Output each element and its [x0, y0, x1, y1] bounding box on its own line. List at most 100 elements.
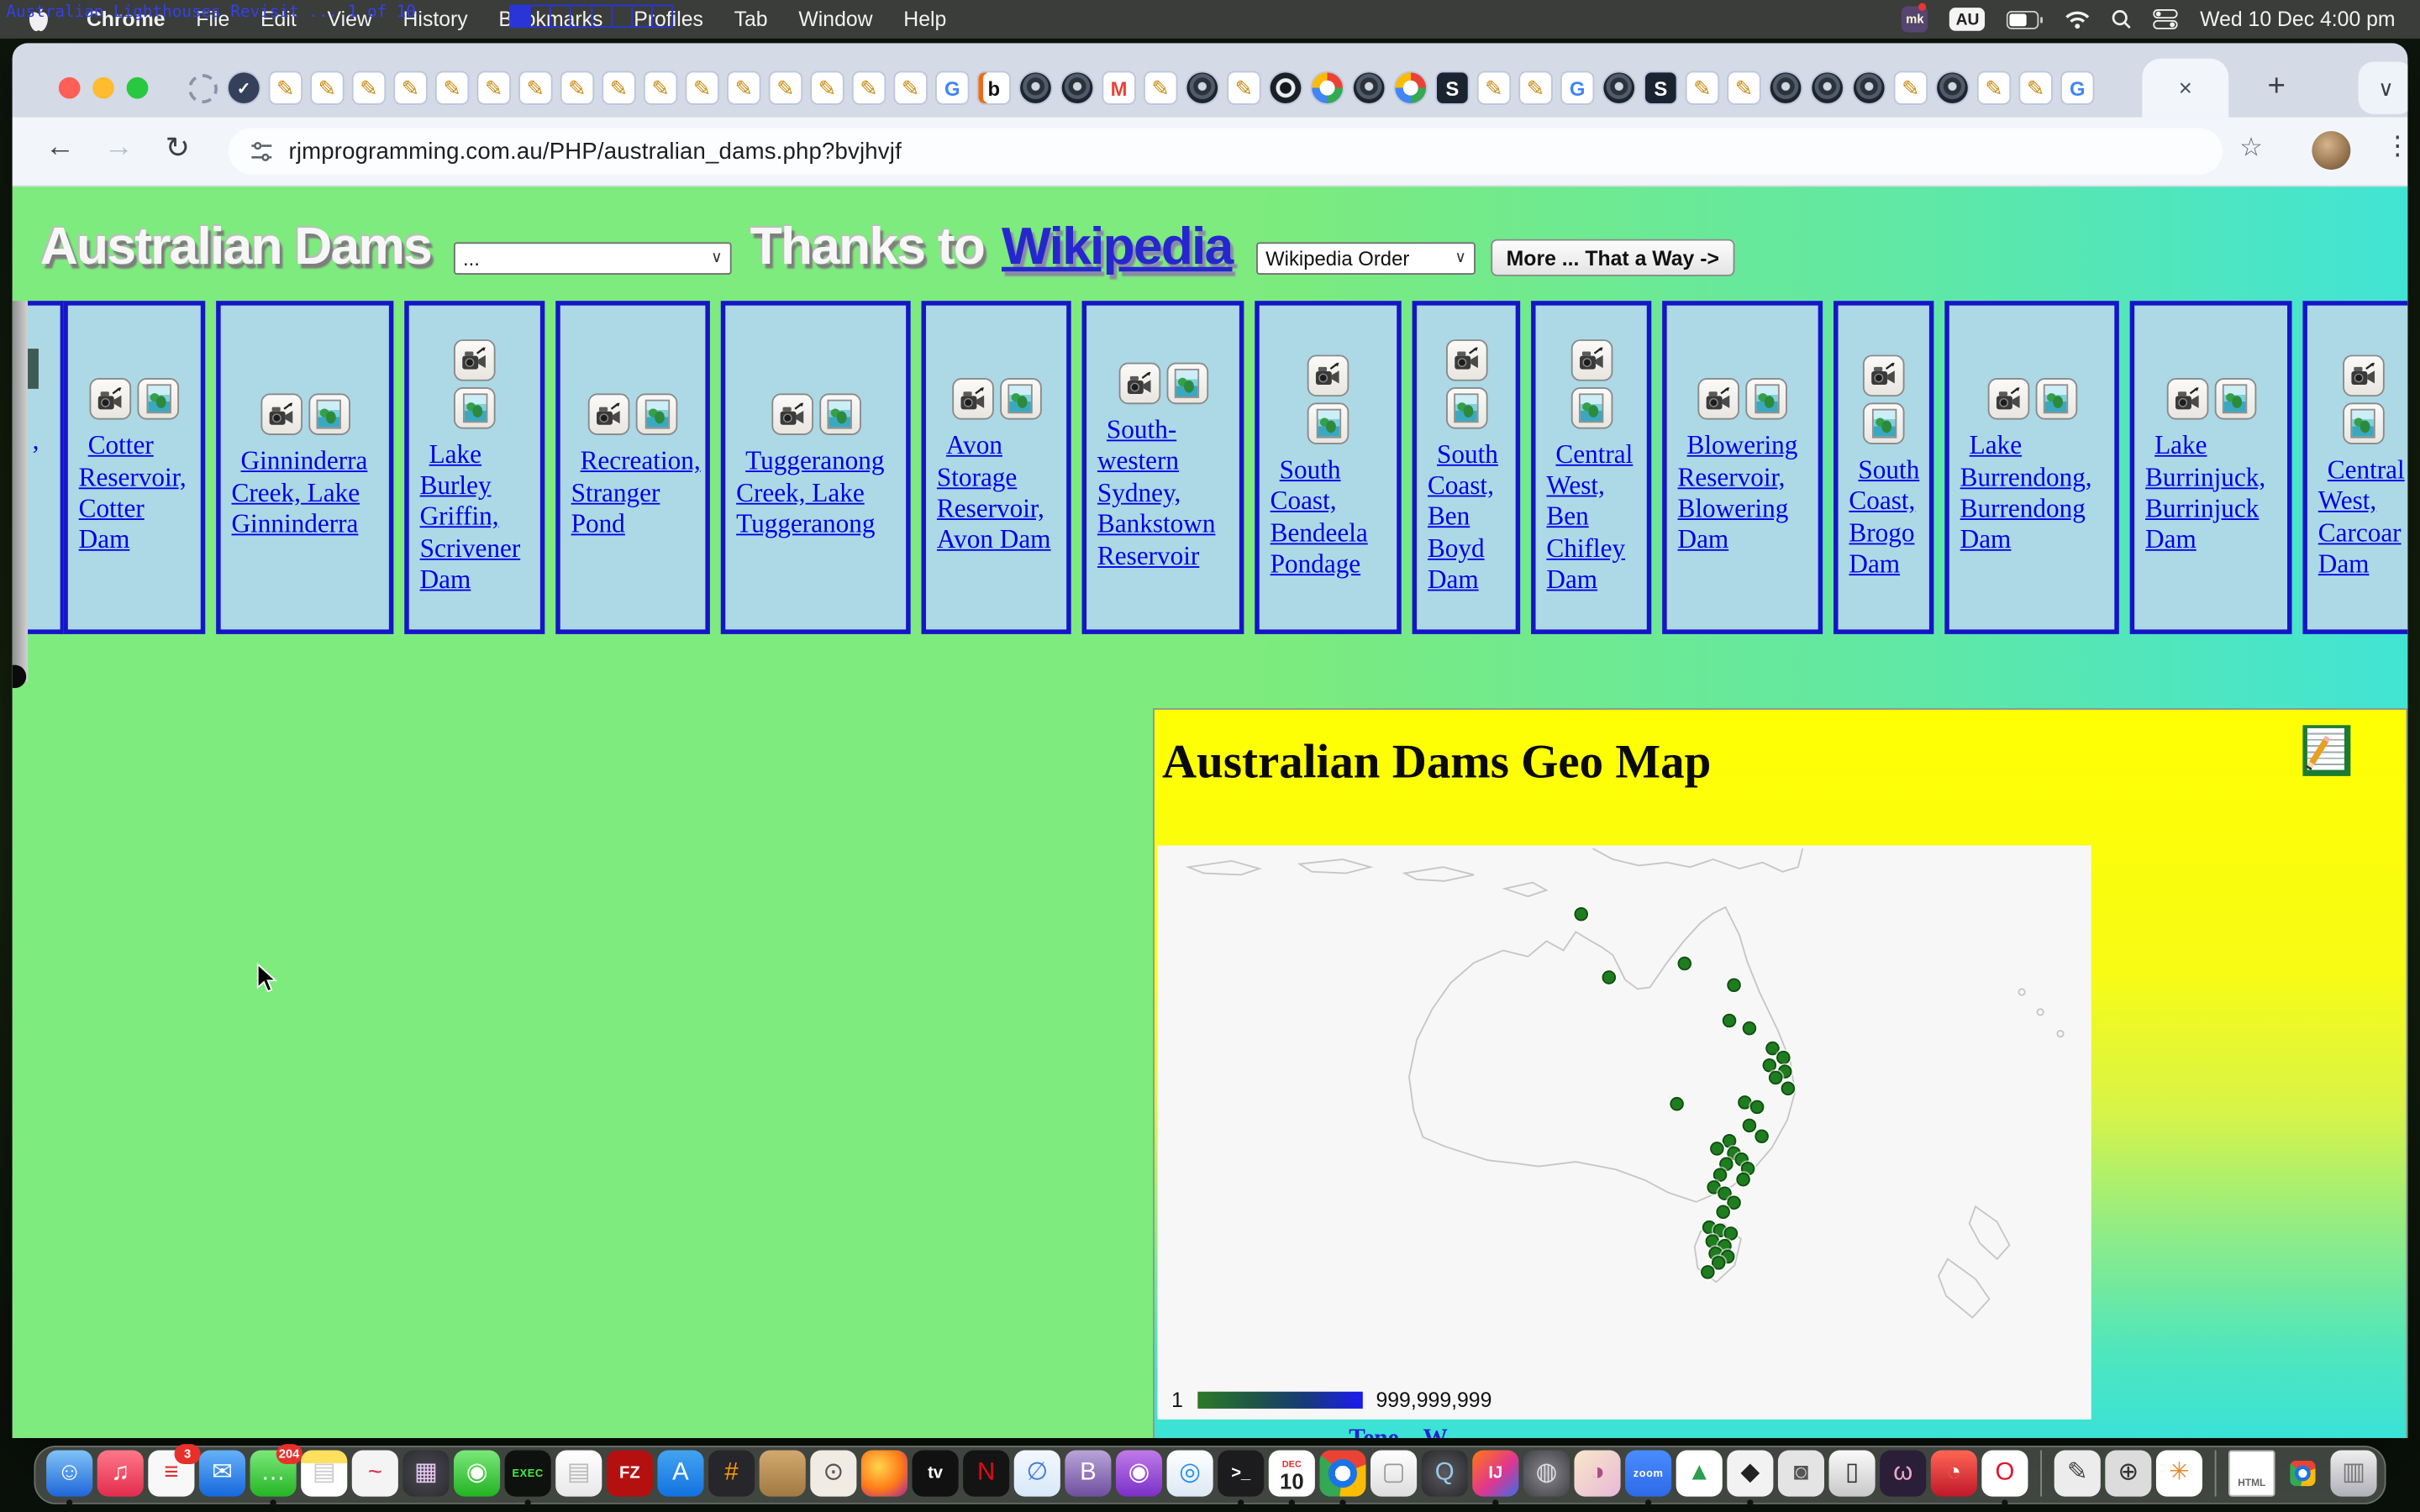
compass-dashed-favicon-tab[interactable]: [188, 73, 218, 102]
apple-tv-dock-icon[interactable]: tv: [913, 1451, 959, 1497]
map-marker[interactable]: [1742, 1118, 1756, 1132]
map-marker[interactable]: [1754, 1129, 1768, 1143]
notepad-pencil-icon[interactable]: [2302, 725, 2350, 776]
map-marker[interactable]: [1765, 1041, 1779, 1055]
pencil-favicon-tab[interactable]: ✎: [1145, 72, 1176, 103]
site-settings-icon[interactable]: [250, 139, 274, 163]
filezilla-dock-icon[interactable]: FZ: [607, 1451, 653, 1497]
no-sign-dock-icon[interactable]: ∅: [1014, 1451, 1060, 1497]
dam-link[interactable]: South Coast, Ben Boyd Dam: [1420, 439, 1512, 596]
pencil-favicon-tab[interactable]: ✎: [645, 72, 676, 103]
dam-link[interactable]: Blowering Reservoir, Blowering Dam: [1670, 431, 1815, 557]
photos-dock-icon[interactable]: ✳: [2156, 1451, 2202, 1497]
map-marker[interactable]: [1722, 1013, 1736, 1027]
pencil-favicon-tab[interactable]: ✎: [478, 72, 509, 103]
dam-link[interactable]: Avon Storage Reservoir, Avon Dam: [929, 431, 1064, 557]
new-tab-button[interactable]: +: [2254, 63, 2300, 109]
picture-button[interactable]: [137, 378, 179, 420]
order-select[interactable]: Wikipedia Order ∨: [1256, 242, 1476, 275]
chrome-dark-favicon-tab[interactable]: [1354, 72, 1385, 103]
s-dark-favicon-tab[interactable]: S: [1437, 72, 1468, 103]
markup-dock-icon[interactable]: ✎: [2054, 1451, 2101, 1497]
chrome-dark-favicon-tab[interactable]: [1062, 72, 1093, 103]
pencil-favicon-tab[interactable]: ✎: [562, 72, 593, 103]
tab-close-icon[interactable]: ×: [2179, 75, 2192, 101]
pencil-favicon-tab[interactable]: ✎: [1228, 72, 1260, 103]
map-marker[interactable]: [1737, 1095, 1751, 1109]
pencil-favicon-tab[interactable]: ✎: [437, 72, 468, 103]
pencil-favicon-tab[interactable]: ✎: [312, 72, 343, 103]
reminders-dock-icon[interactable]: ≡3: [148, 1451, 194, 1497]
pencil-favicon-tab[interactable]: ✎: [812, 72, 843, 103]
facetime-dock-icon[interactable]: ◉: [454, 1451, 500, 1497]
input-source-badge[interactable]: AU: [1949, 8, 1986, 31]
video-button[interactable]: [1445, 339, 1487, 381]
geo-map[interactable]: 1 999,999,999: [1158, 846, 2091, 1420]
video-button[interactable]: [1697, 378, 1739, 420]
quicktime-dock-icon[interactable]: Q: [1422, 1451, 1468, 1497]
chrome-dark-favicon-tab[interactable]: [1770, 72, 1802, 103]
chrome-dark-favicon-tab[interactable]: [1603, 72, 1634, 103]
picture-button[interactable]: [454, 386, 496, 428]
cat-app-dock-icon[interactable]: ω: [1880, 1451, 1926, 1497]
pencil-favicon-tab[interactable]: ✎: [771, 72, 802, 103]
video-button[interactable]: [588, 394, 630, 436]
more-that-a-way-button[interactable]: More ... That a Way ->: [1491, 239, 1734, 276]
s-dark-favicon-tab[interactable]: S: [1645, 72, 1676, 103]
folder-tan-dock-icon[interactable]: [760, 1451, 806, 1497]
video-button[interactable]: [1118, 363, 1160, 405]
zoom-dock-icon[interactable]: zoom: [1625, 1451, 1671, 1497]
picture-button[interactable]: [308, 394, 350, 436]
video-button[interactable]: [951, 378, 993, 420]
picture-button[interactable]: [999, 378, 1041, 420]
back-button[interactable]: ←: [40, 131, 81, 165]
picture-button[interactable]: [1863, 402, 1905, 444]
google-drive-dock-icon[interactable]: ▲: [1676, 1451, 1723, 1497]
map-marker[interactable]: [1781, 1081, 1795, 1095]
picture-button[interactable]: [636, 394, 678, 436]
settings-gray-dock-icon[interactable]: ◍: [1523, 1451, 1570, 1497]
video-button[interactable]: [454, 339, 496, 381]
gimp-dock-icon[interactable]: ◙: [1778, 1451, 1824, 1497]
close-window-button[interactable]: [59, 77, 81, 99]
video-button[interactable]: [1570, 339, 1612, 381]
app-store-dock-icon[interactable]: A: [657, 1451, 703, 1497]
netflix-dock-icon[interactable]: N: [963, 1451, 1009, 1497]
target-dark-favicon-tab[interactable]: [1270, 72, 1302, 103]
pencil-favicon-tab[interactable]: ✎: [603, 72, 634, 103]
map-marker[interactable]: [1762, 1058, 1776, 1072]
safari-dock-icon[interactable]: ◎: [1167, 1451, 1213, 1497]
chrome-dark-favicon-tab[interactable]: [1854, 72, 1885, 103]
inkscape-dock-icon[interactable]: ◆: [1727, 1451, 1773, 1497]
picture-button[interactable]: [1570, 386, 1612, 428]
menu-window[interactable]: Window: [783, 8, 888, 31]
picture-button[interactable]: [1166, 363, 1208, 405]
video-button[interactable]: [771, 394, 813, 436]
video-button[interactable]: [2342, 354, 2384, 396]
pencil-favicon-tab[interactable]: ✎: [1520, 72, 1551, 103]
spotlight-icon[interactable]: [2112, 9, 2132, 29]
paint-palette-dock-icon[interactable]: ◑: [1574, 1451, 1620, 1497]
dam-link[interactable]: Central West, Carcoar Dam: [2311, 454, 2408, 580]
launchpad-dock-icon[interactable]: ▦: [402, 1451, 449, 1497]
picture-button[interactable]: [1307, 402, 1349, 444]
picture-button[interactable]: [818, 394, 860, 436]
pencil-favicon-tab[interactable]: ✎: [1728, 72, 1760, 103]
pencil-favicon-tab[interactable]: ✎: [854, 72, 885, 103]
picture-button[interactable]: [1445, 386, 1487, 428]
chrome-dock-icon[interactable]: [1319, 1451, 1365, 1497]
map-marker[interactable]: [1709, 1141, 1723, 1155]
google-favicon-tab[interactable]: G: [2062, 72, 2093, 103]
terminal-dock-icon[interactable]: >_: [1218, 1451, 1264, 1497]
wifi-icon[interactable]: [2065, 10, 2090, 29]
map-marker[interactable]: [1602, 969, 1616, 984]
chrome-menu-icon[interactable]: ⋮: [2385, 131, 2408, 162]
pencil-favicon-tab[interactable]: ✎: [1979, 72, 2010, 103]
opera-dock-icon[interactable]: O: [1981, 1451, 2028, 1497]
html-file-dock-icon[interactable]: HTML: [2228, 1451, 2275, 1497]
reload-button[interactable]: ↻: [157, 131, 197, 166]
dam-link[interactable]: Tuggeranong Creek, Lake Tuggeranong: [729, 447, 903, 541]
pencil-favicon-tab[interactable]: ✎: [2020, 72, 2051, 103]
pencil-favicon-tab[interactable]: ✎: [687, 72, 718, 103]
pencil-favicon-tab[interactable]: ✎: [270, 72, 301, 103]
